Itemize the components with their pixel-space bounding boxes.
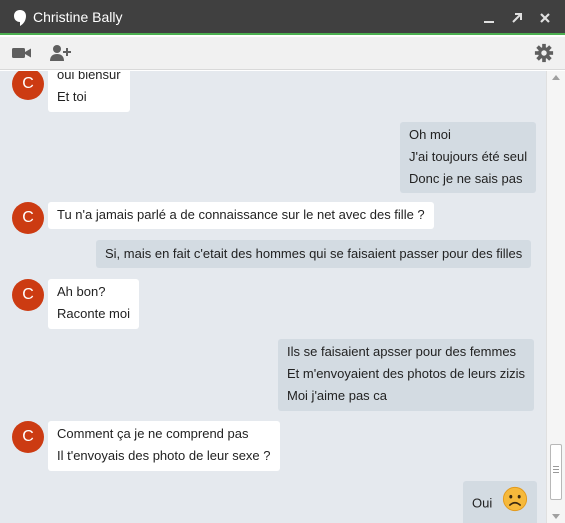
chat-toolbar — [0, 37, 565, 70]
popout-button[interactable] — [507, 8, 527, 28]
video-icon — [12, 48, 31, 58]
message-text: Moi j'aime pas ca — [287, 388, 388, 403]
scroll-up-arrow-icon[interactable] — [552, 75, 560, 80]
message-text: Et m'envoyaient des photos de leurs zizi… — [287, 366, 526, 381]
message-text: Oh moi — [409, 127, 451, 142]
message-scrollbar[interactable] — [546, 71, 565, 523]
avatar: C — [12, 279, 44, 311]
minimize-button[interactable] — [479, 8, 499, 28]
message-text: oui biensur — [57, 71, 121, 82]
message-text: Donc je ne sais pas — [409, 171, 523, 186]
video-call-button[interactable] — [11, 42, 33, 64]
message-text: Oui — [472, 495, 493, 511]
incoming-bubble: Comment ça je ne comprend pas Il t'envoy… — [48, 421, 280, 471]
message-list[interactable]: C oui biensur Et toi Oh moi J'ai toujour… — [0, 71, 546, 523]
sad-face-icon — [502, 486, 528, 522]
add-person-icon — [50, 45, 71, 61]
scrollbar-thumb[interactable] — [550, 444, 562, 500]
message-text: Ah bon? — [57, 284, 106, 299]
message-text: Et toi — [57, 89, 87, 104]
avatar: C — [12, 202, 44, 234]
gear-icon — [534, 43, 554, 63]
message-text: Ils se faisaient apsser pour des femmes — [287, 344, 517, 359]
chat-title: Christine Bally — [33, 9, 123, 25]
message-text: Comment ça je ne comprend pas — [57, 426, 249, 441]
message-text: Si, mais en fait c'etait des hommes qui … — [105, 246, 523, 261]
hangouts-bubble-icon — [13, 9, 27, 27]
close-icon — [540, 13, 550, 23]
chat-title-bar: Christine Bally — [0, 0, 565, 35]
incoming-bubble: oui biensur Et toi — [48, 71, 130, 112]
outgoing-bubble: Oui — [463, 481, 537, 523]
close-button[interactable] — [535, 8, 555, 28]
message-text: J'ai toujours été seul — [409, 149, 528, 164]
outgoing-bubble: Oh moi J'ai toujours été seul Donc je ne… — [400, 122, 537, 193]
incoming-bubble: Tu n'a jamais parlé a de connaissance su… — [48, 202, 434, 229]
message-text: Tu n'a jamais parlé a de connaissance su… — [57, 207, 425, 222]
message-text: Il t'envoyais des photo de leur sexe ? — [57, 448, 271, 463]
add-people-button[interactable] — [49, 42, 71, 64]
avatar: C — [12, 71, 44, 100]
message-text: Raconte moi — [57, 306, 130, 321]
outgoing-bubble: Ils se faisaient apsser pour des femmes … — [278, 339, 535, 411]
scroll-down-arrow-icon[interactable] — [552, 514, 560, 519]
avatar: C — [12, 421, 44, 453]
incoming-bubble: Ah bon? Raconte moi — [48, 279, 139, 329]
outgoing-bubble: Si, mais en fait c'etait des hommes qui … — [96, 240, 532, 268]
settings-button[interactable] — [533, 42, 555, 64]
minimize-icon — [484, 21, 494, 23]
popout-icon — [512, 13, 522, 23]
